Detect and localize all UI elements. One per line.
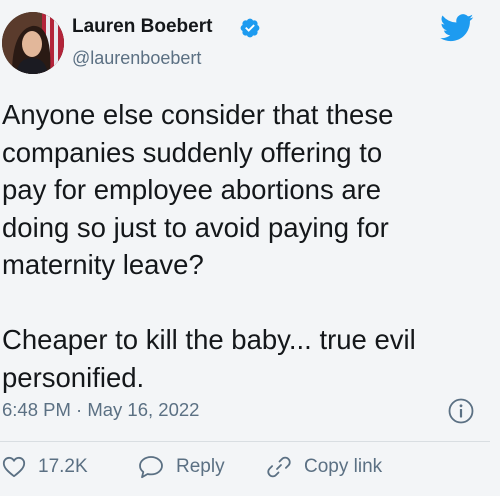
speech-bubble-icon <box>139 456 163 479</box>
like-count: 17.2K <box>38 456 88 477</box>
copy-link-label: Copy link <box>304 456 383 477</box>
heart-icon <box>2 456 26 478</box>
verified-badge-icon <box>240 18 260 38</box>
timestamp[interactable]: 6:48 PM · May 16, 2022 <box>2 399 199 421</box>
tweet-text: Anyone else consider that these companie… <box>2 99 416 393</box>
info-icon[interactable] <box>448 398 474 424</box>
tweet-card: Lauren Boebert @laurenboebert Anyone els… <box>0 0 500 496</box>
divider <box>0 441 490 442</box>
link-icon <box>267 456 291 478</box>
twitter-bird-icon[interactable] <box>440 14 474 42</box>
author-name[interactable]: Lauren Boebert <box>72 16 212 38</box>
avatar[interactable] <box>2 12 64 74</box>
reply-button[interactable]: Reply <box>138 452 225 482</box>
copy-link-button[interactable]: Copy link <box>266 452 382 482</box>
avatar-image <box>2 12 64 74</box>
reply-label: Reply <box>176 456 225 477</box>
author-handle[interactable]: @laurenboebert <box>72 48 201 69</box>
like-button[interactable]: 17.2K <box>2 452 88 482</box>
